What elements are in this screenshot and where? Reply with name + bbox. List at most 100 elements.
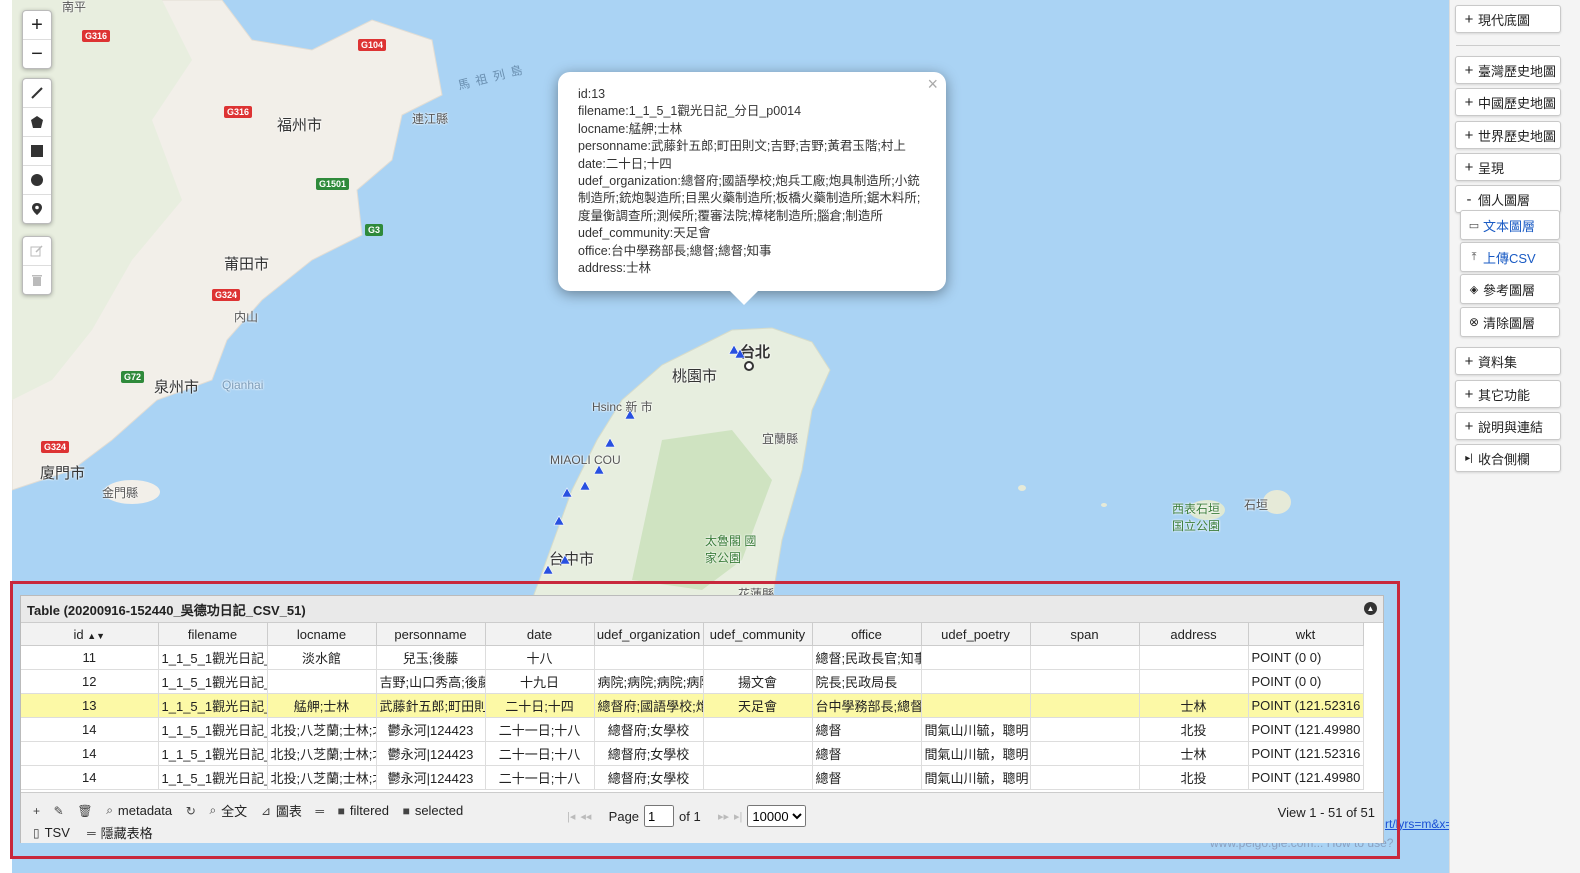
map-pin-icon xyxy=(32,203,42,215)
zoom-out-button[interactable]: − xyxy=(23,40,51,68)
table-cell-filename: 1_1_5_1觀光日記_分日_p0014 xyxy=(158,669,268,694)
clear-layer-button[interactable]: ⊗ 清除圖層 xyxy=(1460,307,1560,337)
export-selected-button[interactable]: selected xyxy=(415,803,463,818)
table-cell-personname: 兒玉;後藤 xyxy=(376,645,486,670)
collapse-table-icon[interactable]: ▲ xyxy=(1364,602,1377,615)
table-cell-udef-community xyxy=(703,645,813,670)
button-label: 中國歷史地圖 xyxy=(1478,95,1557,111)
place-taipei: 台北 xyxy=(740,344,771,361)
table-row[interactable]: 141_1_5_1觀光日記_分日_p0015北投;八芝蘭;士林;北投鬱永河|12… xyxy=(21,741,1364,766)
table-cell-id: 14 xyxy=(21,717,159,742)
draw-toolbar xyxy=(22,78,52,224)
place-lianjiang: 連江縣 xyxy=(412,112,449,126)
fulltext-button[interactable]: 全文 xyxy=(221,801,247,820)
table-row[interactable]: 141_1_5_1觀光日記_分日_p0015北投;八芝蘭;士林;北投鬱永河|12… xyxy=(21,765,1364,790)
chart-button[interactable]: 圖表 xyxy=(276,801,302,820)
column-header-udef-community[interactable]: udef_community xyxy=(703,623,813,646)
popup-close-button[interactable]: × xyxy=(927,75,938,93)
edit-layers-button[interactable] xyxy=(23,237,51,266)
help-links-button[interactable]: + 說明與連結 xyxy=(1455,412,1561,440)
china-historical-map-button[interactable]: + 中國歷史地圖 xyxy=(1455,88,1561,116)
column-header-span[interactable]: span xyxy=(1030,623,1140,646)
datasets-button[interactable]: + 資料集 xyxy=(1455,347,1561,375)
table-row[interactable]: 141_1_5_1觀光日記_分日_p0015北投;八芝蘭;士林;北投鬱永河|12… xyxy=(21,717,1364,742)
column-header-wkt[interactable]: wkt xyxy=(1248,623,1364,646)
table-cell-personname: 鬱永河|124423 xyxy=(376,741,486,766)
edit-toolbar xyxy=(22,236,52,295)
table-cell-personname: 鬱永河|124423 xyxy=(376,765,486,790)
table-cell-udef-poetry xyxy=(921,645,1031,670)
popup-line: udef_community:天足會 xyxy=(578,226,711,241)
button-label: 個人圖層 xyxy=(1478,192,1531,208)
plus-icon: + xyxy=(1464,126,1474,144)
reference-layer-button[interactable]: ◈ 參考圖層 xyxy=(1460,274,1560,304)
table-row[interactable]: 121_1_5_1觀光日記_分日_p0014 吉野;山口秀高;後藤十九日病院;病院… xyxy=(21,669,1364,694)
personal-layers-button[interactable]: - 個人圖層 xyxy=(1455,185,1561,213)
close-circle-icon: ⊗ xyxy=(1468,315,1480,329)
table-cell-locname xyxy=(267,669,377,694)
page-size-select[interactable]: 10000 xyxy=(747,805,807,827)
add-row-icon[interactable]: + xyxy=(33,804,40,818)
export-filtered-button[interactable]: filtered xyxy=(350,803,389,818)
table-row[interactable]: 111_1_5_1觀光日記_分日_p0014淡水館兒玉;後藤十八 總督;民政長官;… xyxy=(21,645,1364,670)
popup-line: office:台中學務部長;總督;總督;知事 xyxy=(578,243,772,258)
upload-csv-button[interactable]: ⤒ 上傳CSV xyxy=(1460,242,1560,272)
button-label: 臺灣歷史地圖 xyxy=(1478,63,1557,79)
draw-rectangle-button[interactable] xyxy=(23,137,51,166)
edit-row-icon[interactable]: ✎ xyxy=(54,804,64,818)
hide-icon: ═ xyxy=(87,825,96,840)
column-header-date[interactable]: date xyxy=(485,623,595,646)
next-page-icon[interactable]: ▸▸ xyxy=(718,810,729,823)
draw-polyline-button[interactable] xyxy=(23,79,51,108)
button-label: 世界歷史地圖 xyxy=(1478,128,1557,144)
draw-marker-button[interactable] xyxy=(23,195,51,223)
hide-table-button[interactable]: 隱藏表格 xyxy=(101,823,153,842)
column-header-office[interactable]: office xyxy=(812,623,922,646)
zoom-in-button[interactable]: + xyxy=(23,11,51,40)
pagination: |◂ ◂◂ Page of 1 ▸▸ ▸| 10000 xyxy=(567,805,807,827)
text-layer-button[interactable]: ▭ 文本圖層 xyxy=(1460,210,1560,240)
delete-layers-button[interactable] xyxy=(23,266,51,294)
tsv-button[interactable]: TSV xyxy=(45,825,70,840)
button-label: 現代底圖 xyxy=(1478,12,1531,28)
column-header-personname[interactable]: personname xyxy=(376,623,486,646)
plus-icon: + xyxy=(1464,158,1474,176)
collapse-sidebar-button[interactable]: ▸| 收合側欄 xyxy=(1455,444,1561,472)
column-header-id[interactable]: id ▲▼ xyxy=(21,623,159,646)
table-cell-personname: 吉野;山口秀高;後藤 xyxy=(376,669,486,694)
delete-row-icon[interactable]: 🗑 xyxy=(77,804,92,818)
modern-basemap-button[interactable]: + 現代底圖 xyxy=(1455,5,1561,33)
prev-page-icon[interactable]: ◂◂ xyxy=(580,810,591,823)
column-header-udef-poetry[interactable]: udef_poetry xyxy=(921,623,1031,646)
draw-circle-button[interactable] xyxy=(23,166,51,195)
table-row[interactable]: 131_1_5_1觀光日記_分日_p0014艋舺;士林武藤針五郎;町田則文二十日… xyxy=(21,693,1364,718)
plus-icon: + xyxy=(1464,10,1474,28)
table-title: Table (20200916-152440_吳德功日記_CSV_51) xyxy=(27,602,306,618)
popup-line: locname:艋舺;士林 xyxy=(578,121,683,136)
table-cell-date: 十八 xyxy=(485,645,595,670)
toolbar-row-1: + ✎ 🗑 ⌕ metadata ↻ ⌕ 全文 ⊿ 圖表 ═ ■ filtered ■ s… xyxy=(33,801,463,820)
popup-line: date:二十日;十四 xyxy=(578,156,672,171)
road-shield: G324 xyxy=(212,289,241,301)
column-header-locname[interactable]: locname xyxy=(267,623,377,646)
table-cell-date: 十九日 xyxy=(485,669,595,694)
road-shield: G324 xyxy=(41,441,70,453)
present-button[interactable]: + 呈現 xyxy=(1455,153,1561,181)
refresh-icon[interactable]: ↻ xyxy=(186,804,196,818)
popup-line: udef_organization:總督府;國語學校;炮兵工廠;炮具制造所;小銃… xyxy=(578,174,921,223)
draw-polygon-button[interactable] xyxy=(23,108,51,137)
taiwan-historical-map-button[interactable]: + 臺灣歷史地圖 xyxy=(1455,56,1561,84)
first-page-icon[interactable]: |◂ xyxy=(567,810,575,823)
popup-line: personname:武藤針五郎;町田則文;吉野;吉野;黃君玉階;村上 xyxy=(578,139,906,154)
last-page-icon[interactable]: ▸| xyxy=(734,810,742,823)
column-header-address[interactable]: address xyxy=(1139,623,1249,646)
other-functions-button[interactable]: + 其它功能 xyxy=(1455,380,1561,408)
column-header-udef-organization[interactable]: udef_organization xyxy=(594,623,704,646)
column-header-filename[interactable]: filename xyxy=(158,623,268,646)
rectangle-icon xyxy=(31,145,43,157)
table-cell-udef-poetry: 間氣山川毓，聰明 xyxy=(921,717,1031,742)
page-number-input[interactable] xyxy=(644,805,675,827)
world-historical-map-button[interactable]: + 世界歷史地圖 xyxy=(1455,121,1561,149)
metadata-button[interactable]: metadata xyxy=(118,803,172,818)
table-cell-id: 14 xyxy=(21,765,159,790)
